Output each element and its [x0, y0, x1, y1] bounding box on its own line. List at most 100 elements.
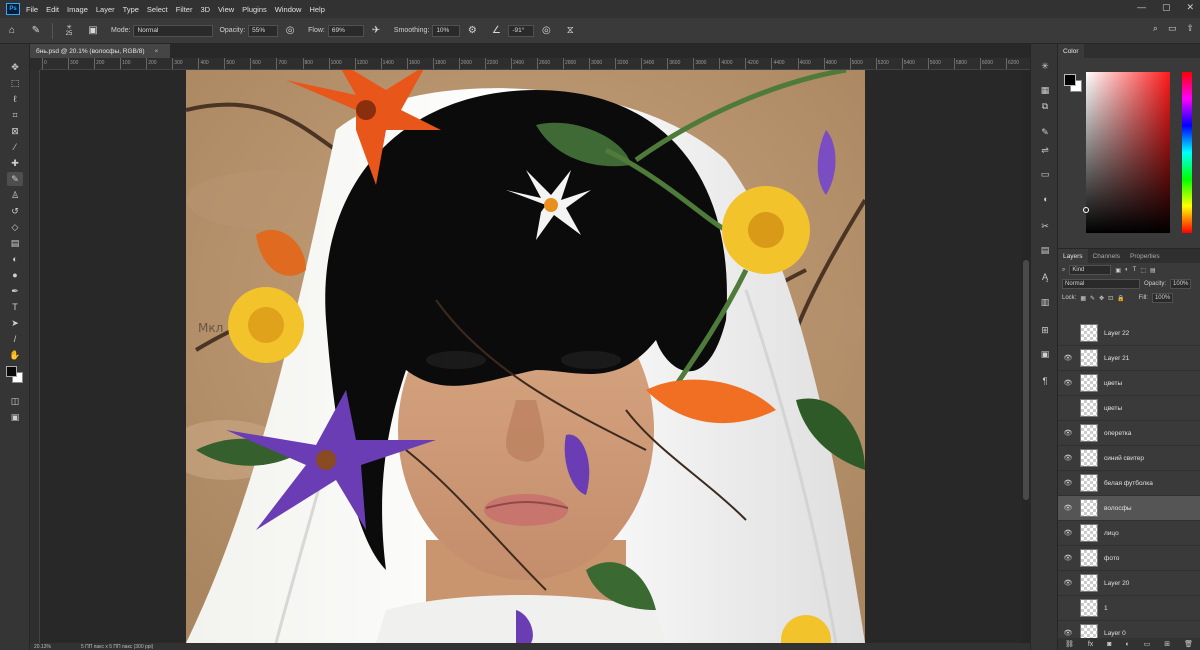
layer-visibility-icon[interactable]: 👁	[1062, 354, 1074, 362]
menu-plugins[interactable]: Plugins	[242, 5, 267, 14]
layer-name[interactable]: цветы	[1104, 380, 1122, 387]
share-icon[interactable]: ⇪	[1186, 23, 1194, 34]
libraries-icon[interactable]: ⧉	[1038, 100, 1052, 113]
pressure-opacity-icon[interactable]: ◎	[281, 22, 299, 40]
brush-tool-icon[interactable]: ✎	[27, 22, 45, 40]
pen-tool-icon[interactable]: ✒	[7, 284, 23, 298]
brush-settings-icon[interactable]: ⇌	[1038, 144, 1052, 157]
foreground-color-swatch[interactable]	[6, 366, 17, 377]
layer-row[interactable]: 👁 волосфы	[1058, 496, 1200, 521]
link-layers-icon[interactable]: ⛓	[1065, 640, 1074, 648]
glyphs-icon[interactable]: Ą	[1038, 270, 1052, 283]
home-icon[interactable]: ⌂	[3, 22, 21, 40]
airbrush-icon[interactable]: ✈	[367, 22, 385, 40]
hand-tool-icon[interactable]: ✋	[7, 348, 23, 362]
filter-shape-icon[interactable]: ⬚	[1140, 267, 1146, 274]
layer-name[interactable]: лицо	[1104, 530, 1119, 537]
menu-image[interactable]: Image	[67, 5, 88, 14]
new-group-icon[interactable]: ▭	[1144, 640, 1151, 648]
zoom-level[interactable]: 20.13%	[34, 644, 51, 650]
layer-visibility-icon[interactable]: 👁	[1062, 579, 1074, 587]
artwork-canvas[interactable]: Мкл	[186, 70, 865, 643]
layer-name[interactable]: Layer 22	[1104, 330, 1129, 337]
crop-tool-icon[interactable]: ⌗	[7, 108, 23, 122]
character-icon[interactable]: ◖	[1038, 192, 1052, 205]
lock-artboard-icon[interactable]: ⊡	[1108, 295, 1113, 302]
clone-source-icon[interactable]: ▭	[1038, 168, 1052, 181]
menu-view[interactable]: View	[218, 5, 234, 14]
lasso-tool-icon[interactable]: ℓ	[7, 92, 23, 106]
layer-name[interactable]: Layer 0	[1104, 630, 1126, 637]
lock-pixels-icon[interactable]: ✎	[1090, 295, 1095, 302]
layer-visibility-icon[interactable]: 👁	[1062, 629, 1074, 637]
layer-visibility-icon[interactable]: 👁	[1062, 379, 1074, 387]
pressure-size-icon[interactable]: ◎	[537, 22, 555, 40]
color-picker-field[interactable]	[1086, 72, 1170, 233]
filter-type-icon[interactable]: T	[1133, 267, 1137, 273]
layer-name[interactable]: Layer 21	[1104, 355, 1129, 362]
move-tool-icon[interactable]: ✥	[7, 60, 23, 74]
layer-name[interactable]: синий свитер	[1104, 455, 1144, 462]
layer-style-icon[interactable]: fx	[1088, 641, 1093, 648]
menu-file[interactable]: File	[26, 5, 38, 14]
layer-row[interactable]: цветы	[1058, 396, 1200, 421]
flow-field[interactable]: 69%	[327, 24, 364, 37]
layer-visibility-icon[interactable]: 👁	[1062, 479, 1074, 487]
menu-filter[interactable]: Filter	[176, 5, 193, 14]
add-mask-icon[interactable]: ◙	[1107, 641, 1111, 648]
layer-comps-icon[interactable]: ▣	[1038, 348, 1052, 361]
layer-visibility-icon[interactable]: 👁	[1062, 529, 1074, 537]
menu-3d[interactable]: 3D	[200, 5, 210, 14]
fill-field[interactable]: 100%	[1151, 293, 1174, 303]
tools-presets-icon[interactable]: ✂	[1038, 220, 1052, 233]
layer-row[interactable]: 👁 фото	[1058, 546, 1200, 571]
scrollbar-thumb[interactable]	[1023, 260, 1029, 500]
blend-mode-select[interactable]: Normal	[1062, 279, 1140, 289]
close-icon[interactable]: ✕	[1186, 2, 1194, 13]
layer-thumbnail[interactable]	[1080, 324, 1098, 342]
menu-help[interactable]: Help	[309, 5, 324, 14]
quick-mask-icon[interactable]: ◫	[7, 394, 23, 408]
layer-name[interactable]: волосфы	[1104, 505, 1132, 512]
layer-row[interactable]: 👁 Layer 21	[1058, 346, 1200, 371]
frame-tool-icon[interactable]: ⊠	[7, 124, 23, 138]
layer-thumbnail[interactable]	[1080, 524, 1098, 542]
mode-select[interactable]: Normal	[133, 24, 214, 37]
lock-transparent-icon[interactable]: ▦	[1080, 295, 1086, 302]
history-icon[interactable]: ▦	[1038, 84, 1052, 97]
lock-position-icon[interactable]: ✥	[1099, 295, 1104, 302]
menu-window[interactable]: Window	[275, 5, 302, 14]
layer-thumbnail[interactable]	[1080, 399, 1098, 417]
tab-properties[interactable]: Properties	[1125, 249, 1165, 263]
layer-visibility-icon[interactable]: 👁	[1062, 504, 1074, 512]
layer-row[interactable]: 👁 белая футболка	[1058, 471, 1200, 496]
lock-all-icon[interactable]: 🔒	[1117, 295, 1124, 302]
swatches-icon[interactable]: ▤	[1038, 244, 1052, 257]
vertical-scrollbar[interactable]	[1022, 70, 1030, 643]
marquee-tool-icon[interactable]: ⬚	[7, 76, 23, 90]
layer-name[interactable]: 1	[1104, 605, 1108, 612]
layer-thumbnail[interactable]	[1080, 474, 1098, 492]
blur-tool-icon[interactable]: ◐	[7, 252, 23, 266]
document-tab[interactable]: бнь.psd @ 20.1% (волосфы, RGB/8) ×	[30, 44, 170, 58]
hue-slider[interactable]	[1182, 72, 1192, 233]
minimize-icon[interactable]: —	[1137, 2, 1146, 13]
screen-mode-icon[interactable]: ▣	[7, 410, 23, 424]
layer-name[interactable]: оперетка	[1104, 430, 1131, 437]
info-icon[interactable]: ▥	[1038, 296, 1052, 309]
eraser-tool-icon[interactable]: ◇	[7, 220, 23, 234]
layer-visibility-icon[interactable]: 👁	[1062, 554, 1074, 562]
layer-name[interactable]: Layer 20	[1104, 580, 1129, 587]
layer-visibility-icon[interactable]: 👁	[1062, 454, 1074, 462]
smoothing-field[interactable]: 10%	[432, 24, 461, 37]
new-layer-icon[interactable]: ⊞	[1164, 640, 1170, 648]
layer-row[interactable]: 👁 Layer 0	[1058, 621, 1200, 639]
gear-icon[interactable]: ⚙	[463, 22, 481, 40]
menu-select[interactable]: Select	[147, 5, 168, 14]
layer-thumbnail[interactable]	[1080, 424, 1098, 442]
symmetry-icon[interactable]: ⧖	[561, 22, 579, 40]
tab-layers[interactable]: Layers	[1058, 249, 1088, 263]
tab-color[interactable]: Color	[1058, 44, 1084, 58]
layer-thumbnail[interactable]	[1080, 349, 1098, 367]
layer-thumbnail[interactable]	[1080, 549, 1098, 567]
